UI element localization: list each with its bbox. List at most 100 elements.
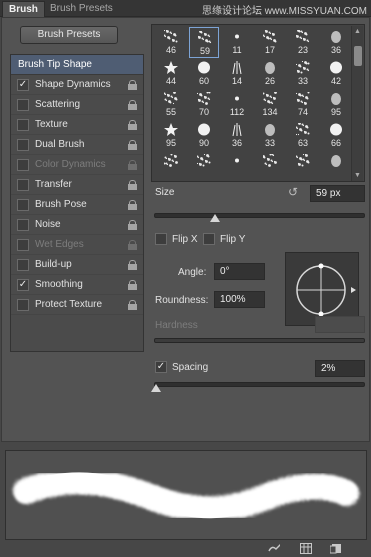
- spacing-field[interactable]: 2%: [315, 360, 365, 377]
- scroll-down-icon[interactable]: ▼: [354, 172, 361, 179]
- brush-tip-burst-icon: [262, 91, 277, 105]
- brush-options-list: Brush Tip Shape ✓ Shape Dynamics Scatterin…: [10, 54, 144, 352]
- brush-tip-cell[interactable]: 95: [156, 120, 186, 151]
- lock-icon[interactable]: [128, 240, 137, 250]
- brush-tip-cell[interactable]: 46: [156, 27, 186, 58]
- option-label: Brush Pose: [35, 199, 87, 210]
- option-brush-pose[interactable]: Brush Pose: [11, 195, 143, 215]
- option-label: Smoothing: [35, 279, 83, 290]
- brush-tip-cell[interactable]: 59: [189, 27, 219, 58]
- brush-tip-burst-icon: [262, 29, 277, 43]
- scroll-thumb[interactable]: [354, 46, 362, 66]
- brush-tip-cell[interactable]: [255, 151, 285, 182]
- brush-tip-cell[interactable]: 134: [255, 89, 285, 120]
- lock-icon[interactable]: [128, 300, 137, 310]
- option-shape-dynamics[interactable]: ✓ Shape Dynamics: [11, 75, 143, 95]
- brush-tip-cell[interactable]: 23: [288, 27, 318, 58]
- brush-tip-cell[interactable]: [288, 151, 318, 182]
- reset-size-icon[interactable]: ↺: [288, 186, 301, 199]
- angle-field[interactable]: 0°: [214, 263, 265, 280]
- roundness-field[interactable]: 100%: [214, 291, 265, 308]
- brush-tip-cell[interactable]: 70: [189, 89, 219, 120]
- lock-icon[interactable]: [128, 100, 137, 110]
- option-checkbox[interactable]: ✓: [17, 79, 29, 91]
- option-checkbox[interactable]: [17, 99, 29, 111]
- lock-icon[interactable]: [128, 260, 137, 270]
- brush-tip-cell[interactable]: 66: [321, 120, 351, 151]
- brush-tip-cell[interactable]: 112: [222, 89, 252, 120]
- option-checkbox[interactable]: [17, 139, 29, 151]
- angle-roundness-widget[interactable]: [285, 252, 359, 326]
- brush-tip-cell[interactable]: 26: [255, 58, 285, 89]
- brush-tip-cell[interactable]: [189, 151, 219, 182]
- new-preset-icon[interactable]: [330, 543, 342, 554]
- spacing-slider[interactable]: [154, 382, 365, 387]
- brush-tip-shape-item[interactable]: Brush Tip Shape: [11, 55, 143, 75]
- brush-tip-cell[interactable]: 44: [156, 58, 186, 89]
- brush-tip-cell[interactable]: 74: [288, 89, 318, 120]
- option-checkbox[interactable]: ✓: [17, 279, 29, 291]
- spacing-slider-thumb[interactable]: [151, 384, 162, 392]
- option-dual-brush[interactable]: Dual Brush: [11, 135, 143, 155]
- brush-tip-cell[interactable]: 17: [255, 27, 285, 58]
- brush-tip-cell[interactable]: 60: [189, 58, 219, 89]
- brush-tip-cell[interactable]: 36: [321, 27, 351, 58]
- stroke-preview-image: [13, 468, 359, 523]
- brush-tip-cell[interactable]: [156, 151, 186, 182]
- brush-tip-spatter-icon: [163, 91, 178, 105]
- option-smoothing[interactable]: ✓ Smoothing: [11, 275, 143, 295]
- brush-presets-button[interactable]: Brush Presets: [20, 26, 118, 44]
- lock-icon[interactable]: [128, 160, 137, 170]
- option-checkbox[interactable]: [17, 219, 29, 231]
- brush-tip-chalk-icon: [295, 60, 310, 74]
- brush-tip-cell[interactable]: 11: [222, 27, 252, 58]
- lock-icon[interactable]: [128, 200, 137, 210]
- brush-tip-cell[interactable]: 33: [255, 120, 285, 151]
- option-checkbox[interactable]: [17, 259, 29, 271]
- option-checkbox[interactable]: [17, 199, 29, 211]
- brush-tip-cell[interactable]: 14: [222, 58, 252, 89]
- option-checkbox[interactable]: [17, 299, 29, 311]
- roundness-label: Roundness:: [155, 295, 209, 306]
- option-wet-edges[interactable]: Wet Edges: [11, 235, 143, 255]
- lock-icon[interactable]: [128, 120, 137, 130]
- size-slider-thumb[interactable]: [210, 214, 221, 222]
- grid-icon[interactable]: [300, 543, 312, 554]
- brush-tool-icon[interactable]: [268, 543, 280, 554]
- brush-tip-cell[interactable]: 36: [222, 120, 252, 151]
- lock-icon[interactable]: [128, 180, 137, 190]
- lock-icon[interactable]: [128, 80, 137, 90]
- brush-size-label: 17: [264, 45, 275, 55]
- flip-y-checkbox[interactable]: [203, 233, 215, 245]
- option-color-dynamics[interactable]: Color Dynamics: [11, 155, 143, 175]
- brush-tip-cell[interactable]: 95: [321, 89, 351, 120]
- scroll-up-icon[interactable]: ▲: [354, 28, 361, 35]
- lock-icon[interactable]: [128, 220, 137, 230]
- option-checkbox[interactable]: [17, 179, 29, 191]
- tab-brush[interactable]: Brush: [2, 1, 45, 17]
- brush-grid-scrollbar[interactable]: ▲ ▼: [351, 26, 363, 181]
- brush-tip-cell[interactable]: 33: [288, 58, 318, 89]
- option-checkbox[interactable]: [17, 119, 29, 131]
- option-protect-texture[interactable]: Protect Texture: [11, 295, 143, 315]
- option-transfer[interactable]: Transfer: [11, 175, 143, 195]
- lock-icon[interactable]: [128, 140, 137, 150]
- brush-tip-cell[interactable]: 63: [288, 120, 318, 151]
- option-texture[interactable]: Texture: [11, 115, 143, 135]
- brush-tip-burst-icon: [262, 153, 277, 167]
- size-field[interactable]: 59 px: [310, 185, 365, 202]
- size-slider[interactable]: [154, 213, 365, 218]
- option-noise[interactable]: Noise: [11, 215, 143, 235]
- brush-tip-cell[interactable]: [222, 151, 252, 182]
- lock-icon[interactable]: [128, 280, 137, 290]
- brush-tip-tiny-icon: [230, 92, 244, 105]
- tab-brush-presets[interactable]: Brush Presets: [44, 1, 119, 17]
- option-build-up[interactable]: Build-up: [11, 255, 143, 275]
- brush-tip-cell[interactable]: 90: [189, 120, 219, 151]
- brush-tip-cell[interactable]: 42: [321, 58, 351, 89]
- brush-tip-cell[interactable]: 55: [156, 89, 186, 120]
- spacing-checkbox[interactable]: ✓: [155, 361, 167, 373]
- brush-tip-cell[interactable]: [321, 151, 351, 182]
- flip-x-checkbox[interactable]: [155, 233, 167, 245]
- option-scattering[interactable]: Scattering: [11, 95, 143, 115]
